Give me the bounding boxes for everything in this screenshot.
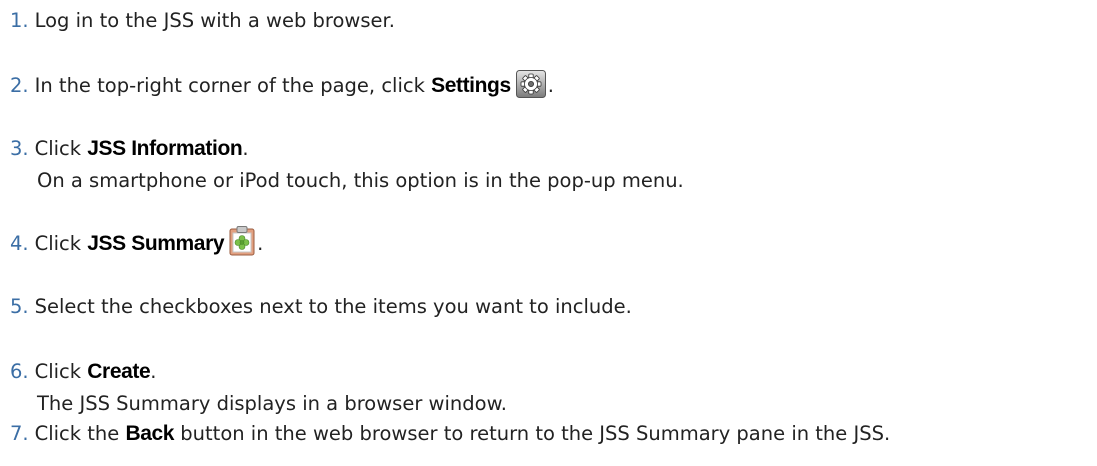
step-text-end: .	[150, 360, 157, 383]
step-5: 5. Select the checkboxes next to the item…	[10, 291, 632, 323]
step-6: 6. Click Create. The JSS Summary displays…	[10, 356, 507, 420]
step-text: Select the checkboxes next to the items …	[34, 295, 632, 318]
jss-information-label: JSS Information	[87, 137, 243, 160]
jss-summary-label: JSS Summary	[87, 232, 225, 255]
step-7: 7. Click the Back button in the web brows…	[10, 418, 890, 450]
step-number: 6.	[10, 360, 29, 383]
gear-icon	[515, 70, 546, 108]
step-3: 3. Click JSS Information. On a smartphone…	[10, 133, 684, 197]
step-text-end: button in the web browser to return to t…	[174, 422, 891, 445]
step-number: 3.	[10, 137, 29, 160]
step-text: Click	[34, 360, 88, 383]
step-1: 1. Log in to the JSS with a web browser.	[10, 5, 395, 37]
step-2: 2. In the top-right corner of the page, c…	[10, 70, 554, 108]
step-text-end: .	[257, 232, 264, 255]
create-label: Create	[87, 360, 151, 383]
step-note: On a smartphone or iPod touch, this opti…	[37, 169, 684, 192]
step-number: 2.	[10, 74, 29, 97]
step-4: 4. Click JSS Summary .	[10, 226, 263, 266]
clipboard-icon	[229, 226, 255, 266]
back-label: Back	[125, 422, 175, 445]
step-number: 4.	[10, 232, 29, 255]
step-number: 7.	[10, 422, 29, 445]
step-note: The JSS Summary displays in a browser wi…	[37, 392, 507, 415]
step-text: Log in to the JSS with a web browser.	[34, 9, 395, 32]
settings-label: Settings	[431, 74, 511, 97]
step-text: In the top-right corner of the page, cli…	[34, 74, 432, 97]
step-text-end: .	[242, 137, 249, 160]
step-number: 5.	[10, 295, 29, 318]
step-text: Click	[34, 137, 88, 160]
step-number: 1.	[10, 9, 29, 32]
step-text: Click	[34, 232, 88, 255]
step-text-end: .	[547, 74, 554, 97]
step-text: Click the	[34, 422, 126, 445]
